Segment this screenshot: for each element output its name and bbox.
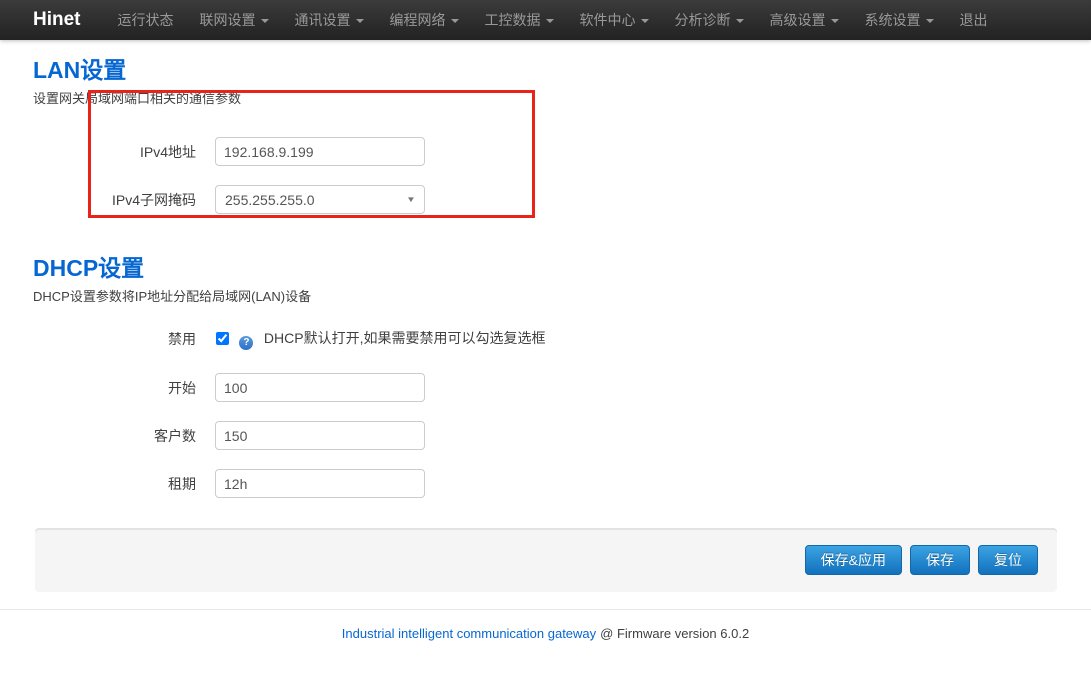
chevron-down-icon [831, 19, 839, 23]
dhcp-disable-hint: DHCP默认打开,如果需要禁用可以勾选复选框 [264, 330, 546, 346]
chevron-down-icon [356, 19, 364, 23]
dhcp-limit-input[interactable] [215, 421, 425, 450]
help-icon: ? [239, 336, 253, 350]
ipv4-address-row: IPv4地址 [33, 137, 1058, 166]
action-bar: 保存&应用 保存 复位 [35, 528, 1057, 592]
nav-item-label: 分析诊断 [675, 12, 731, 28]
dhcp-section-title: DHCP设置 [33, 254, 1058, 282]
subnet-mask-selected-value: 255.255.255.0 [225, 192, 315, 208]
dhcp-start-label: 开始 [33, 378, 215, 398]
footer-firmware-text: @ Firmware version 6.0.2 [600, 626, 749, 641]
dhcp-disable-checkbox[interactable] [216, 332, 229, 345]
nav-item-label: 软件中心 [580, 12, 636, 28]
chevron-down-icon [261, 19, 269, 23]
nav-item-running-status[interactable]: 运行状态 [105, 0, 187, 40]
nav-item-label: 退出 [960, 12, 988, 28]
dhcp-section-description: DHCP设置参数将IP地址分配给局域网(LAN)设备 [33, 286, 1058, 305]
nav-item-advanced-settings[interactable]: 高级设置 [757, 0, 852, 40]
top-navbar: Hinet 运行状态 联网设置 通讯设置 编程网络 工控数据 软件中心 分析诊断… [0, 0, 1091, 40]
dhcp-start-input[interactable] [215, 373, 425, 402]
chevron-down-icon [641, 19, 649, 23]
dhcp-disable-label: 禁用 [33, 329, 215, 349]
nav-item-system-settings[interactable]: 系统设置 [852, 0, 947, 40]
nav-item-network-settings[interactable]: 联网设置 [187, 0, 282, 40]
chevron-down-icon [451, 19, 459, 23]
save-button[interactable]: 保存 [910, 545, 970, 575]
nav-item-label: 通讯设置 [295, 12, 351, 28]
nav-item-software-center[interactable]: 软件中心 [567, 0, 662, 40]
dhcp-leasetime-label: 租期 [33, 474, 215, 494]
chevron-down-icon [546, 19, 554, 23]
page-content: LAN设置 设置网关局域网端口相关的通信参数 IPv4地址 IPv4子网掩码 2… [0, 56, 1091, 498]
dhcp-limit-row: 客户数 [33, 421, 1058, 450]
save-apply-button[interactable]: 保存&应用 [805, 545, 902, 575]
nav-item-label: 运行状态 [118, 12, 174, 28]
page-footer: Industrial intelligent communication gat… [0, 609, 1091, 641]
nav-item-communication-settings[interactable]: 通讯设置 [282, 0, 377, 40]
dhcp-disable-row: 禁用 ? DHCP默认打开,如果需要禁用可以勾选复选框 [33, 329, 1058, 349]
lan-section-description: 设置网关局域网端口相关的通信参数 [33, 88, 1058, 107]
nav-item-analysis-diagnosis[interactable]: 分析诊断 [662, 0, 757, 40]
chevron-down-icon: ▼ [406, 195, 416, 204]
nav-item-programming-network[interactable]: 编程网络 [377, 0, 472, 40]
nav-item-industrial-data[interactable]: 工控数据 [472, 0, 567, 40]
brand-logo[interactable]: Hinet [33, 9, 81, 31]
nav-item-label: 系统设置 [865, 12, 921, 28]
ipv4-address-input[interactable] [215, 137, 425, 166]
subnet-mask-select[interactable]: 255.255.255.0 ▼ [215, 185, 425, 214]
ipv4-netmask-label: IPv4子网掩码 [33, 190, 215, 210]
dhcp-limit-label: 客户数 [33, 426, 215, 446]
dhcp-leasetime-input[interactable] [215, 469, 425, 498]
ipv4-address-label: IPv4地址 [33, 142, 215, 162]
ipv4-netmask-row: IPv4子网掩码 255.255.255.0 ▼ [33, 185, 1058, 214]
dhcp-start-row: 开始 [33, 373, 1058, 402]
footer-gateway-link[interactable]: Industrial intelligent communication gat… [342, 626, 596, 641]
lan-section-title: LAN设置 [33, 56, 1058, 84]
nav-item-label: 高级设置 [770, 12, 826, 28]
nav-item-label: 编程网络 [390, 12, 446, 28]
nav-item-label: 工控数据 [485, 12, 541, 28]
chevron-down-icon [926, 19, 934, 23]
reset-button[interactable]: 复位 [978, 545, 1038, 575]
chevron-down-icon [736, 19, 744, 23]
dhcp-leasetime-row: 租期 [33, 469, 1058, 498]
nav-item-label: 联网设置 [200, 12, 256, 28]
nav-item-logout[interactable]: 退出 [947, 0, 1001, 40]
